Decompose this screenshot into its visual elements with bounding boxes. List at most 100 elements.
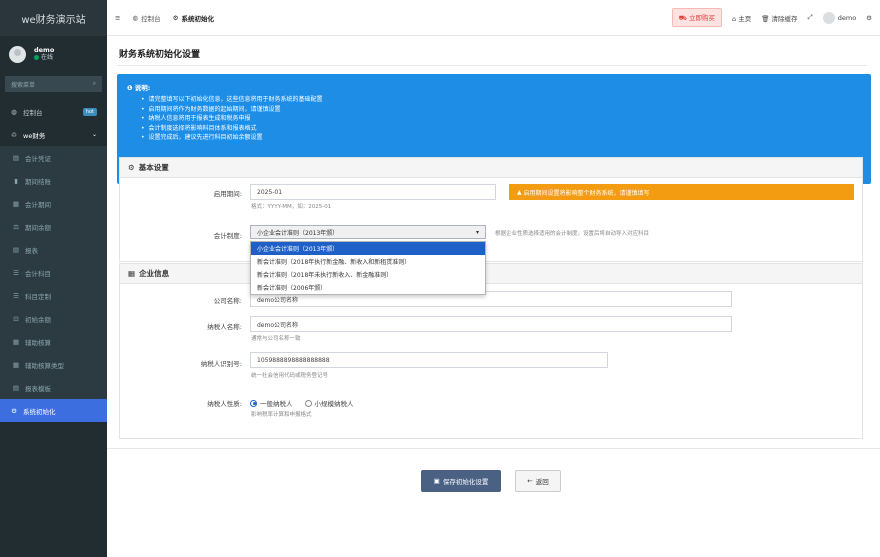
buy-button[interactable]: ⛟ 立即购买 [671, 8, 722, 27]
divider [107, 448, 880, 449]
taxpayer-nature-group: 一般纳税人 小规模纳税人 [250, 398, 354, 408]
tab-system-init[interactable]: ⚙ 系统初始化 [173, 13, 214, 23]
init-icon: ⊡ [13, 314, 19, 323]
sidebar-item-initial-balance[interactable]: ⊡ 初始余额 [0, 307, 107, 330]
basic-settings-panel: ⚙ 基本设置 启用期间: 2025-01 格式：YYYY-MM，如：2025-01… [119, 157, 863, 262]
settings-icon[interactable]: ⚙ [866, 14, 872, 22]
divider [117, 65, 867, 66]
company-name-label: 公司名称: [213, 297, 242, 305]
sidebar-item-balance[interactable]: ⚖ 期间余额 [0, 215, 107, 238]
period-help: 格式：YYYY-MM，如：2025-01 [251, 204, 332, 210]
sidebar: we财务演示站 demo 在线 搜索菜单 ⌕ ◍ 控制台 hot ♲ we财务 ⌄ ▤ 会… [0, 0, 107, 557]
taxpayer-nature-label: 纳税人性质: [207, 400, 242, 408]
period-warning: ▲ 启用期间设置将影响整个财务系统，请谨慎填写 [509, 184, 854, 200]
user-menu[interactable]: demo [822, 11, 856, 24]
tax-id-help: 统一社会信用代码或税务登记号 [251, 373, 329, 379]
trash-icon: 🗑 [761, 14, 770, 23]
notice-item: 纳税人信息将用于报表生成和税务申报 [141, 114, 861, 124]
notice-item: 启用期间将作为财务数据的起始期间，请谨慎设置 [141, 105, 861, 115]
gear-icon: ⚙ [128, 163, 135, 172]
report-icon: ▤ [12, 245, 20, 254]
search-icon[interactable]: ⌕ [93, 80, 96, 88]
accounting-system-select[interactable]: 小企业会计准则（2013年颁） ▾ [250, 225, 486, 239]
sidebar-item-finance[interactable]: ♲ we财务 ⌄ [0, 123, 107, 146]
sidebar-item-subjects[interactable]: ☰ 会计科目 [0, 261, 107, 284]
dropdown-option[interactable]: 新会计准则（2006年颁） [251, 281, 485, 294]
voucher-icon: ▤ [12, 153, 20, 162]
notice-item: 请完整填写以下初始化信息，这些信息将用于财务系统的基础配置 [141, 95, 861, 105]
sidebar-item-report[interactable]: ▤ 报表 [0, 238, 107, 261]
menu-toggle-icon[interactable]: ≡ [115, 14, 120, 22]
save-icon: ▣ [433, 477, 440, 485]
brand-title[interactable]: we财务演示站 [0, 0, 107, 36]
dropdown-option[interactable]: 新会计准则（2018年未执行新收入、新金融准则） [251, 268, 485, 281]
sidebar-item-voucher[interactable]: ▤ 会计凭证 [0, 146, 107, 169]
arrow-left-icon: ← [527, 477, 533, 485]
template-icon: ▤ [12, 383, 20, 392]
cart-icon: ⛟ [678, 14, 687, 22]
calendar-icon: ▦ [12, 199, 20, 208]
clear-cache-button[interactable]: 🗑 清除缓存 [761, 13, 797, 23]
sidebar-item-template[interactable]: ▤ 报表模板 [0, 376, 107, 399]
radio-general-taxpayer[interactable]: 一般纳税人 [250, 398, 293, 408]
grid-icon: ▦ [12, 337, 20, 346]
hot-badge: hot [82, 107, 97, 116]
taxpayer-name-label: 纳税人名称: [207, 323, 242, 331]
page-title: 财务系统初始化设置 [119, 50, 201, 60]
save-button[interactable]: ▣ 保存初始化设置 [421, 470, 501, 492]
list-icon: ☰ [13, 291, 19, 300]
company-info-header: 企业信息 [139, 269, 170, 278]
nature-help: 影响税率计算和申报格式 [251, 412, 312, 418]
tax-id-input[interactable]: 1059888898888888888 [250, 352, 608, 368]
main-content: 财务系统初始化设置 ❶ 说明: 请完整填写以下初始化信息，这些信息将用于财务系统… [107, 36, 880, 557]
chevron-down-icon: ⌄ [91, 131, 97, 138]
notice-item: 设置完成后，建议先进行科目初始余额设置 [141, 133, 861, 143]
notice-item: 会计制度选择将影响科目体系和报表格式 [141, 124, 861, 134]
system-help: 根据企业性质选择适用的会计制度，设置后将自动导入对应科目 [495, 231, 650, 237]
sidebar-item-closing[interactable]: ▮ 期间结账 [0, 169, 107, 192]
warning-icon: ▲ [517, 188, 522, 196]
period-label: 启用期间: [213, 190, 242, 198]
topbar: ≡ ◍ 控制台 ⚙ 系统初始化 ⛟ 立即购买 ⌂ 主页 🗑 清除缓存 ⤢ demo … [107, 0, 880, 36]
avatar [9, 45, 26, 63]
sidebar-item-aux-type[interactable]: ▦ 辅助核算类型 [0, 353, 107, 376]
list-icon: ☰ [13, 268, 19, 277]
taxpayer-help: 通常与公司名称一致 [251, 336, 301, 342]
sidebar-item-aux[interactable]: ▦ 辅助核算 [0, 330, 107, 353]
dashboard-icon: ◍ [11, 107, 17, 116]
user-status: 在线 [34, 54, 54, 61]
home-icon: ⌂ [731, 14, 737, 23]
finance-icon: ♲ [11, 130, 17, 139]
gear-icon: ⚙ [172, 13, 179, 22]
back-button[interactable]: ← 返回 [515, 470, 561, 492]
gear-icon: ⚙ [11, 406, 17, 415]
company-info-panel: ▦ 企业信息 公司名称: demo公司名称 纳税人名称: demo公司名称 通常与… [119, 263, 863, 439]
sidebar-item-subject-custom[interactable]: ☰ 科目定制 [0, 284, 107, 307]
balance-icon: ⚖ [13, 222, 19, 231]
taxpayer-name-input[interactable]: demo公司名称 [250, 316, 732, 332]
dashboard-icon: ◍ [132, 13, 139, 22]
accounting-system-dropdown: 小企业会计准则（2013年颁） 新会计准则（2018年执行新金融、新收入和新租赁… [250, 241, 486, 295]
avatar [822, 11, 835, 24]
building-icon: ▦ [128, 269, 136, 278]
basic-settings-header: 基本设置 [138, 163, 169, 172]
sidebar-item-period[interactable]: ▦ 会计期间 [0, 192, 107, 215]
notice-title: 说明: [134, 84, 151, 92]
accounting-system-label: 会计制度: [213, 232, 242, 240]
start-period-input[interactable]: 2025-01 [250, 184, 496, 200]
info-icon: ❶ [127, 84, 133, 92]
caret-down-icon: ▾ [475, 228, 479, 236]
grid-icon: ▦ [12, 360, 20, 369]
home-link[interactable]: ⌂ 主页 [732, 13, 751, 23]
user-panel: demo 在线 [0, 36, 107, 72]
menu-search-input[interactable]: 搜索菜单 ⌕ [5, 76, 102, 92]
radio-small-taxpayer[interactable]: 小规模纳税人 [304, 398, 354, 408]
sidebar-item-system-init[interactable]: ⚙ 系统初始化 [0, 399, 107, 422]
dropdown-option[interactable]: 新会计准则（2018年执行新金融、新收入和新租赁准则） [251, 255, 485, 268]
tab-dashboard[interactable]: ◍ 控制台 [132, 13, 160, 23]
online-dot-icon [34, 55, 39, 61]
fullscreen-icon[interactable]: ⤢ [808, 13, 813, 22]
sidebar-item-dashboard[interactable]: ◍ 控制台 hot [0, 100, 107, 123]
dropdown-option[interactable]: 小企业会计准则（2013年颁） [251, 242, 485, 255]
lock-icon: ▮ [14, 176, 18, 185]
